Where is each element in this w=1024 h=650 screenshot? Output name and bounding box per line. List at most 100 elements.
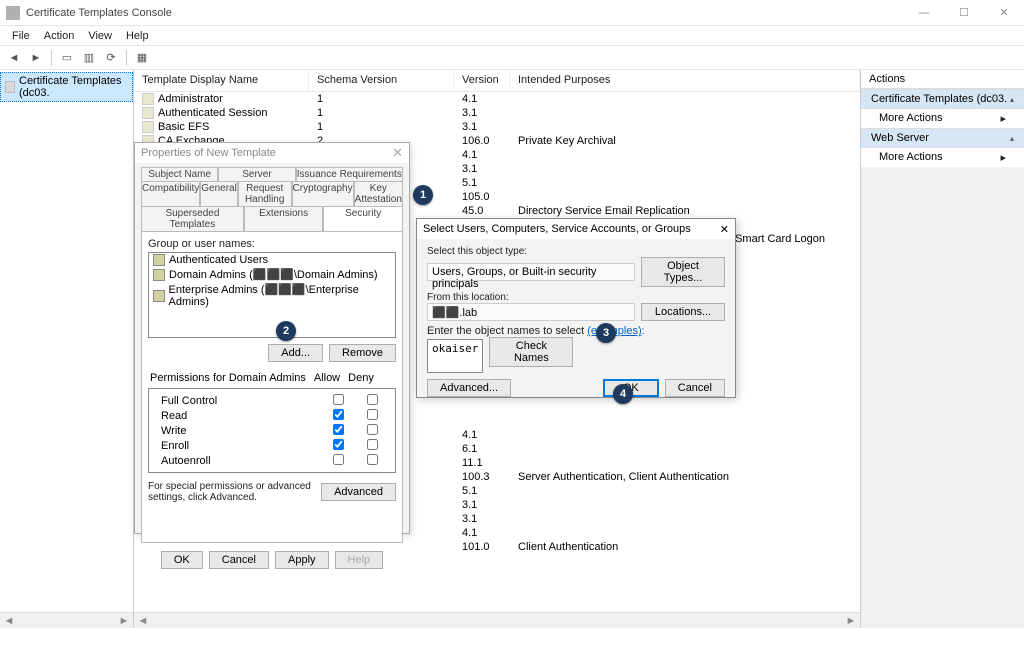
tab-superseded[interactable]: Superseded Templates bbox=[141, 206, 244, 231]
col-version[interactable]: Version bbox=[454, 70, 510, 91]
menubar: File Action View Help bbox=[0, 26, 1024, 46]
advanced-button[interactable]: Advanced bbox=[321, 483, 396, 501]
location-label: From this location: bbox=[427, 292, 509, 303]
col-schema[interactable]: Schema Version bbox=[309, 70, 454, 91]
tab-compatibility[interactable]: Compatibility bbox=[141, 181, 200, 206]
chevron-right-icon: ▸ bbox=[1000, 151, 1006, 164]
advanced-note: For special permissions or advanced sett… bbox=[148, 481, 315, 503]
tab-general[interactable]: General bbox=[200, 181, 238, 206]
deny-col: Deny bbox=[344, 372, 378, 384]
dialog-titlebar: Properties of New Template ✕ bbox=[135, 143, 409, 163]
actions-more-2[interactable]: More Actions▸ bbox=[861, 148, 1024, 167]
list-item[interactable]: Enterprise Admins (⬛⬛⬛\Enterprise Admins… bbox=[149, 282, 395, 309]
col-purpose[interactable]: Intended Purposes bbox=[510, 70, 860, 91]
collapse-icon: ▴ bbox=[1010, 134, 1014, 143]
allow-checkbox[interactable] bbox=[333, 424, 344, 435]
list-hscroll[interactable]: ◄► bbox=[134, 612, 860, 628]
tab-extensions[interactable]: Extensions bbox=[244, 206, 324, 231]
close-button[interactable]: ✕ bbox=[984, 1, 1024, 25]
collapse-icon: ▴ bbox=[1010, 95, 1014, 104]
tab-subject-name[interactable]: Subject Name bbox=[141, 167, 218, 181]
cancel-button[interactable]: Cancel bbox=[665, 379, 725, 397]
export-icon[interactable]: ▥ bbox=[79, 48, 99, 68]
ok-button[interactable]: OK bbox=[161, 551, 203, 569]
object-names-input[interactable]: okaiser bbox=[427, 339, 483, 373]
list-item[interactable]: Authenticated Users bbox=[149, 253, 395, 267]
table-row[interactable]: Authenticated Session13.1 bbox=[134, 106, 860, 120]
group-list[interactable]: Authenticated UsersDomain Admins (⬛⬛⬛\Do… bbox=[148, 252, 396, 338]
advanced-button[interactable]: Advanced... bbox=[427, 379, 511, 397]
toolbar-folder-icon[interactable]: ▭ bbox=[57, 48, 77, 68]
group-icon bbox=[153, 269, 165, 281]
window-title: Certificate Templates Console bbox=[26, 7, 172, 19]
select-users-dialog: Select Users, Computers, Service Account… bbox=[416, 218, 736, 398]
dialog-titlebar: Select Users, Computers, Service Account… bbox=[417, 219, 735, 239]
menu-action[interactable]: Action bbox=[38, 28, 81, 44]
permission-row: Write bbox=[155, 423, 389, 438]
deny-checkbox[interactable] bbox=[367, 394, 378, 405]
tree-node-templates[interactable]: Certificate Templates (dc03. bbox=[0, 72, 133, 102]
menu-file[interactable]: File bbox=[6, 28, 36, 44]
add-button[interactable]: Add... bbox=[268, 344, 323, 362]
permission-row: Autoenroll bbox=[155, 453, 389, 468]
deny-checkbox[interactable] bbox=[367, 409, 378, 420]
tab-issuance[interactable]: Issuance Requirements bbox=[296, 167, 403, 181]
remove-button[interactable]: Remove bbox=[329, 344, 396, 362]
close-icon[interactable]: ✕ bbox=[392, 145, 403, 161]
actions-more-1[interactable]: More Actions▸ bbox=[861, 109, 1024, 128]
app-icon bbox=[6, 6, 20, 20]
list-item[interactable]: Domain Admins (⬛⬛⬛\Domain Admins) bbox=[149, 267, 395, 282]
permission-list: Full ControlReadWriteEnrollAutoenroll bbox=[148, 388, 396, 473]
group-icon bbox=[153, 290, 165, 302]
minimize-button[interactable]: — bbox=[904, 1, 944, 25]
tab-request-handling[interactable]: Request Handling bbox=[238, 181, 292, 206]
actions-pane: Actions Certificate Templates (dc03.▴ Mo… bbox=[860, 70, 1024, 628]
callout-1: 1 bbox=[413, 185, 433, 205]
maximize-button[interactable]: ☐ bbox=[944, 1, 984, 25]
allow-checkbox[interactable] bbox=[333, 454, 344, 465]
tab-key-attestation[interactable]: Key Attestation bbox=[354, 181, 403, 206]
callout-4: 4 bbox=[613, 384, 633, 404]
folder-icon bbox=[5, 81, 15, 93]
cancel-button[interactable]: Cancel bbox=[209, 551, 269, 569]
toolbar-view-icon[interactable]: ▦ bbox=[132, 48, 152, 68]
deny-checkbox[interactable] bbox=[367, 439, 378, 450]
permissions-label: Permissions for Domain Admins bbox=[150, 372, 310, 384]
tree-hscroll[interactable]: ◄► bbox=[0, 612, 133, 628]
back-button[interactable]: ◄ bbox=[4, 48, 24, 68]
callout-3: 3 bbox=[596, 323, 616, 343]
forward-button[interactable]: ► bbox=[26, 48, 46, 68]
locations-button[interactable]: Locations... bbox=[641, 303, 725, 321]
tab-server[interactable]: Server bbox=[218, 167, 295, 181]
table-row[interactable]: Basic EFS13.1 bbox=[134, 120, 860, 134]
allow-checkbox[interactable] bbox=[333, 394, 344, 405]
menu-view[interactable]: View bbox=[82, 28, 118, 44]
menu-help[interactable]: Help bbox=[120, 28, 155, 44]
group-icon bbox=[153, 254, 165, 266]
permission-row: Read bbox=[155, 408, 389, 423]
list-header: Template Display Name Schema Version Ver… bbox=[134, 70, 860, 92]
col-name[interactable]: Template Display Name bbox=[134, 70, 309, 91]
deny-checkbox[interactable] bbox=[367, 424, 378, 435]
allow-checkbox[interactable] bbox=[333, 439, 344, 450]
check-names-button[interactable]: Check Names bbox=[489, 337, 573, 367]
object-types-button[interactable]: Object Types... bbox=[641, 257, 725, 287]
tab-cryptography[interactable]: Cryptography bbox=[292, 181, 354, 206]
apply-button[interactable]: Apply bbox=[275, 551, 329, 569]
deny-checkbox[interactable] bbox=[367, 454, 378, 465]
object-type-label: Select this object type: bbox=[427, 246, 527, 257]
location-field: ⬛⬛.lab bbox=[427, 303, 635, 321]
actions-section-templates[interactable]: Certificate Templates (dc03.▴ bbox=[861, 89, 1024, 109]
permission-row: Enroll bbox=[155, 438, 389, 453]
tab-security[interactable]: Security bbox=[323, 206, 403, 231]
allow-checkbox[interactable] bbox=[333, 409, 344, 420]
actions-header: Actions bbox=[861, 70, 1024, 89]
callout-2: 2 bbox=[276, 321, 296, 341]
help-button[interactable]: Help bbox=[335, 551, 384, 569]
refresh-icon[interactable]: ⟳ bbox=[101, 48, 121, 68]
table-row[interactable]: Administrator14.1 bbox=[134, 92, 860, 106]
close-icon[interactable]: ✕ bbox=[720, 223, 729, 236]
actions-section-webserver[interactable]: Web Server▴ bbox=[861, 128, 1024, 148]
nav-tree: Certificate Templates (dc03. ◄► bbox=[0, 70, 134, 628]
properties-dialog: Properties of New Template ✕ Subject Nam… bbox=[134, 142, 410, 534]
